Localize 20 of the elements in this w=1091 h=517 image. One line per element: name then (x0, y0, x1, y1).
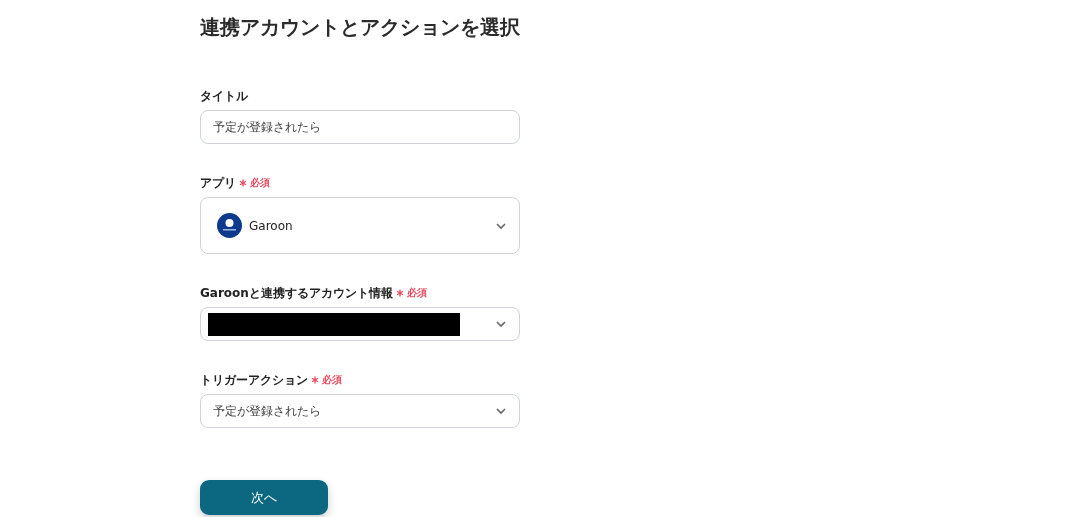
field-label: アプリ (200, 174, 236, 192)
chevron-down-icon (495, 221, 507, 230)
account-select[interactable] (200, 307, 520, 341)
title-field[interactable]: 予定が登録されたら (200, 110, 520, 144)
field-label: Garoonと連携するアカウント情報 (200, 284, 393, 302)
chevron-down-icon (495, 407, 507, 415)
next-button[interactable]: 次へ (200, 480, 328, 515)
chevron-down-icon (495, 320, 507, 328)
trigger-select[interactable]: 予定が登録されたら (200, 394, 520, 428)
asterisk-icon (239, 179, 247, 187)
asterisk-icon (311, 376, 319, 384)
app-select[interactable]: Garoon (200, 197, 520, 254)
required-label: 必須 (406, 286, 427, 300)
field-label: トリガーアクション (200, 371, 308, 389)
required-label: 必須 (322, 373, 342, 387)
field-label: タイトル (200, 87, 248, 105)
required-label: 必須 (250, 176, 270, 190)
page-heading: 連携アカウントとアクションを選択 (200, 14, 520, 41)
app-logo-icon (217, 213, 242, 238)
asterisk-icon (395, 289, 404, 297)
